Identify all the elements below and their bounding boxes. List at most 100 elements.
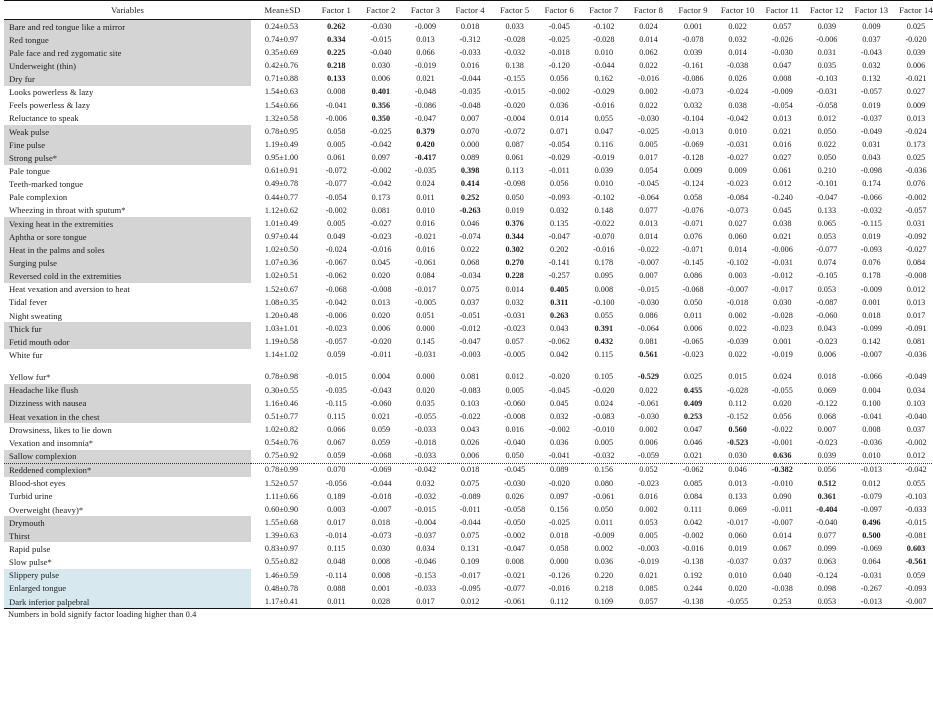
factor-loading-cell: 0.043 [862, 153, 881, 163]
factor-loading-cell: -0.071 [682, 218, 704, 228]
factor-loading-cell: 0.003 [728, 271, 747, 281]
factor-loading-cell: -0.077 [504, 583, 526, 593]
factor-loading-cell: -0.030 [637, 411, 660, 421]
factor-loading-cell: 0.014 [728, 48, 747, 58]
factor-loading-cell: 0.011 [416, 192, 435, 202]
factor-loading-cell: 0.076 [683, 231, 703, 241]
factor-loading-cell: 0.032 [550, 411, 569, 421]
factor-loading-cell: 0.012 [773, 179, 792, 189]
factor-loading-cell: -0.007 [771, 517, 793, 527]
factor-loading-cell: -0.023 [816, 438, 838, 448]
factor-loading-cell: 0.006 [639, 438, 658, 448]
factor-loading-cell: 0.043 [460, 424, 480, 434]
factor-loading-cell: -0.073 [682, 87, 704, 97]
factor-loading-cell: -0.103 [816, 74, 838, 84]
factor-loading-cell: -0.009 [593, 531, 615, 541]
factor-loading-cell: 0.090 [773, 491, 792, 501]
factor-loading-cell: 0.055 [594, 310, 614, 320]
factor-loading-cell: 0.024 [416, 179, 435, 189]
column-header-factor-2: Factor 2 [358, 0, 404, 20]
factor-loading-cell: -0.120 [548, 61, 570, 71]
column-header-factor-7: Factor 7 [581, 0, 627, 20]
variable-name-cell: Heat in the palms and soles [4, 243, 251, 257]
factor-loading-cell: 0.409 [683, 398, 703, 408]
factor-loading-cell: -0.104 [682, 113, 704, 123]
factor-loading-cell: -0.027 [905, 245, 927, 255]
factor-loading-cell: -0.240 [771, 192, 793, 202]
factor-loading-cell: 0.148 [594, 205, 614, 215]
factor-loading-cell: 0.056 [550, 179, 569, 189]
factor-loading-cell: 0.145 [416, 337, 435, 347]
factor-loading-cell: 0.075 [460, 531, 480, 541]
mean-sd-cell: 0.97±0.44 [264, 231, 299, 241]
mean-sd-cell: 1.01±0.49 [264, 218, 299, 228]
factor-loading-cell: 0.270 [505, 258, 524, 268]
factor-loading-cell: 0.019 [728, 544, 747, 554]
factor-loading-cell: -0.042 [893, 462, 933, 477]
factor-loading-cell: -0.049 [905, 372, 927, 382]
factor-loading-cell: 0.225 [327, 48, 346, 58]
factor-loading-cell: -0.009 [771, 87, 793, 97]
factor-loading-cell: -0.069 [682, 140, 704, 149]
factor-loading-cell: -0.072 [325, 166, 347, 176]
factor-loading-cell: 0.066 [327, 424, 346, 434]
table-row: Fetid mouth odor 1.19±0.58 -0.057 -0.020 0.1… [4, 335, 933, 349]
factor-loading-cell: 0.012 [906, 284, 926, 294]
mean-sd-cell: 1.32±0.58 [264, 113, 299, 123]
table-row: Bare and red tongue like a mirror 0.24±0.… [4, 19, 933, 34]
mean-sd-cell: 0.44±0.77 [264, 192, 299, 202]
factor-loading-cell: -0.097 [860, 504, 882, 514]
variable-name-cell: Strong pulse* [4, 151, 251, 165]
factor-loading-cell: 0.057 [773, 21, 792, 31]
factor-loading-cell: 0.081 [639, 337, 658, 347]
factor-loading-cell: -0.004 [414, 517, 437, 527]
factor-loading-cell: -0.008 [905, 271, 927, 281]
factor-loading-cell: 0.010 [728, 570, 747, 580]
variable-name-cell: Fine pulse [4, 138, 251, 152]
factor-loading-cell: 0.039 [906, 48, 926, 58]
table-row: Rapid pulse 0.83±0.97 0.115 0.030 0.034 0.131… [4, 542, 933, 555]
factor-loading-cell: 0.024 [773, 372, 792, 382]
table-row: Slow pulse* 0.55±0.82 0.048 0.008 -0.046 0.10… [4, 556, 933, 569]
factor-loading-cell: 0.007 [817, 424, 837, 434]
factor-loading-cell: -0.141 [548, 258, 570, 268]
table-row: Dry fur 0.71±0.88 0.133 0.006 0.021 -0.044 -0.… [4, 72, 933, 86]
factor-loading-cell: -0.020 [593, 385, 615, 395]
factor-loading-cell: -0.036 [905, 350, 927, 360]
factor-loading-cell: -0.073 [370, 531, 392, 541]
factor-loading-cell: 0.054 [639, 166, 658, 176]
factor-loading-cell: -0.098 [860, 166, 882, 176]
factor-loading-cell: 0.047 [773, 61, 792, 71]
factor-loading-cell: -0.043 [860, 48, 882, 58]
factor-loading-cell: 0.065 [817, 218, 837, 228]
factor-loading-cell: -0.044 [370, 478, 392, 488]
header-row: Variables Mean±SD Factor 1 Factor 2 Fact… [4, 0, 933, 20]
factor-loading-cell: 0.071 [550, 126, 569, 136]
mean-sd-cell: 1.02±0.51 [264, 271, 299, 281]
factor-loading-cell: -0.103 [905, 491, 927, 501]
factor-loading-cell: 0.081 [906, 337, 926, 347]
factor-loading-cell: -0.024 [325, 245, 347, 255]
factor-loading-cell: 0.053 [817, 231, 837, 241]
table-row: Sallow complexion 0.75±0.92 0.059 -0.068 -0.… [4, 449, 933, 464]
column-header-factor-4: Factor 4 [447, 0, 493, 20]
factor-loading-cell: 0.018 [447, 462, 493, 477]
factor-loading-cell: -0.005 [504, 350, 526, 360]
factor-loading-cell: 0.087 [505, 140, 524, 149]
factor-loading-cell: -0.011 [459, 504, 481, 514]
factor-loading-cell: -0.073 [727, 205, 749, 215]
mean-sd-cell: 1.39±0.63 [264, 531, 299, 541]
factor-loading-cell: 0.010 [416, 205, 435, 215]
variable-name-cell: Reddened complexion* [4, 462, 251, 477]
factor-loading-cell: 0.014 [639, 34, 658, 44]
factor-loading-cell: 0.030 [371, 61, 391, 71]
factor-loading-cell: -0.002 [905, 438, 927, 448]
factor-loading-cell: 0.032 [505, 297, 524, 307]
factor-loading-cell: -0.257 [548, 271, 570, 281]
variable-name-cell: Heat vexation in the chest [4, 410, 251, 424]
variable-name-cell: Underweight (thin) [4, 59, 251, 73]
factor-loading-cell: -0.048 [414, 87, 437, 97]
factor-loading-cell: 0.012 [505, 372, 524, 382]
factor-loading-cell: 0.046 [460, 218, 480, 228]
factor-loading-cell: -0.084 [727, 192, 749, 202]
